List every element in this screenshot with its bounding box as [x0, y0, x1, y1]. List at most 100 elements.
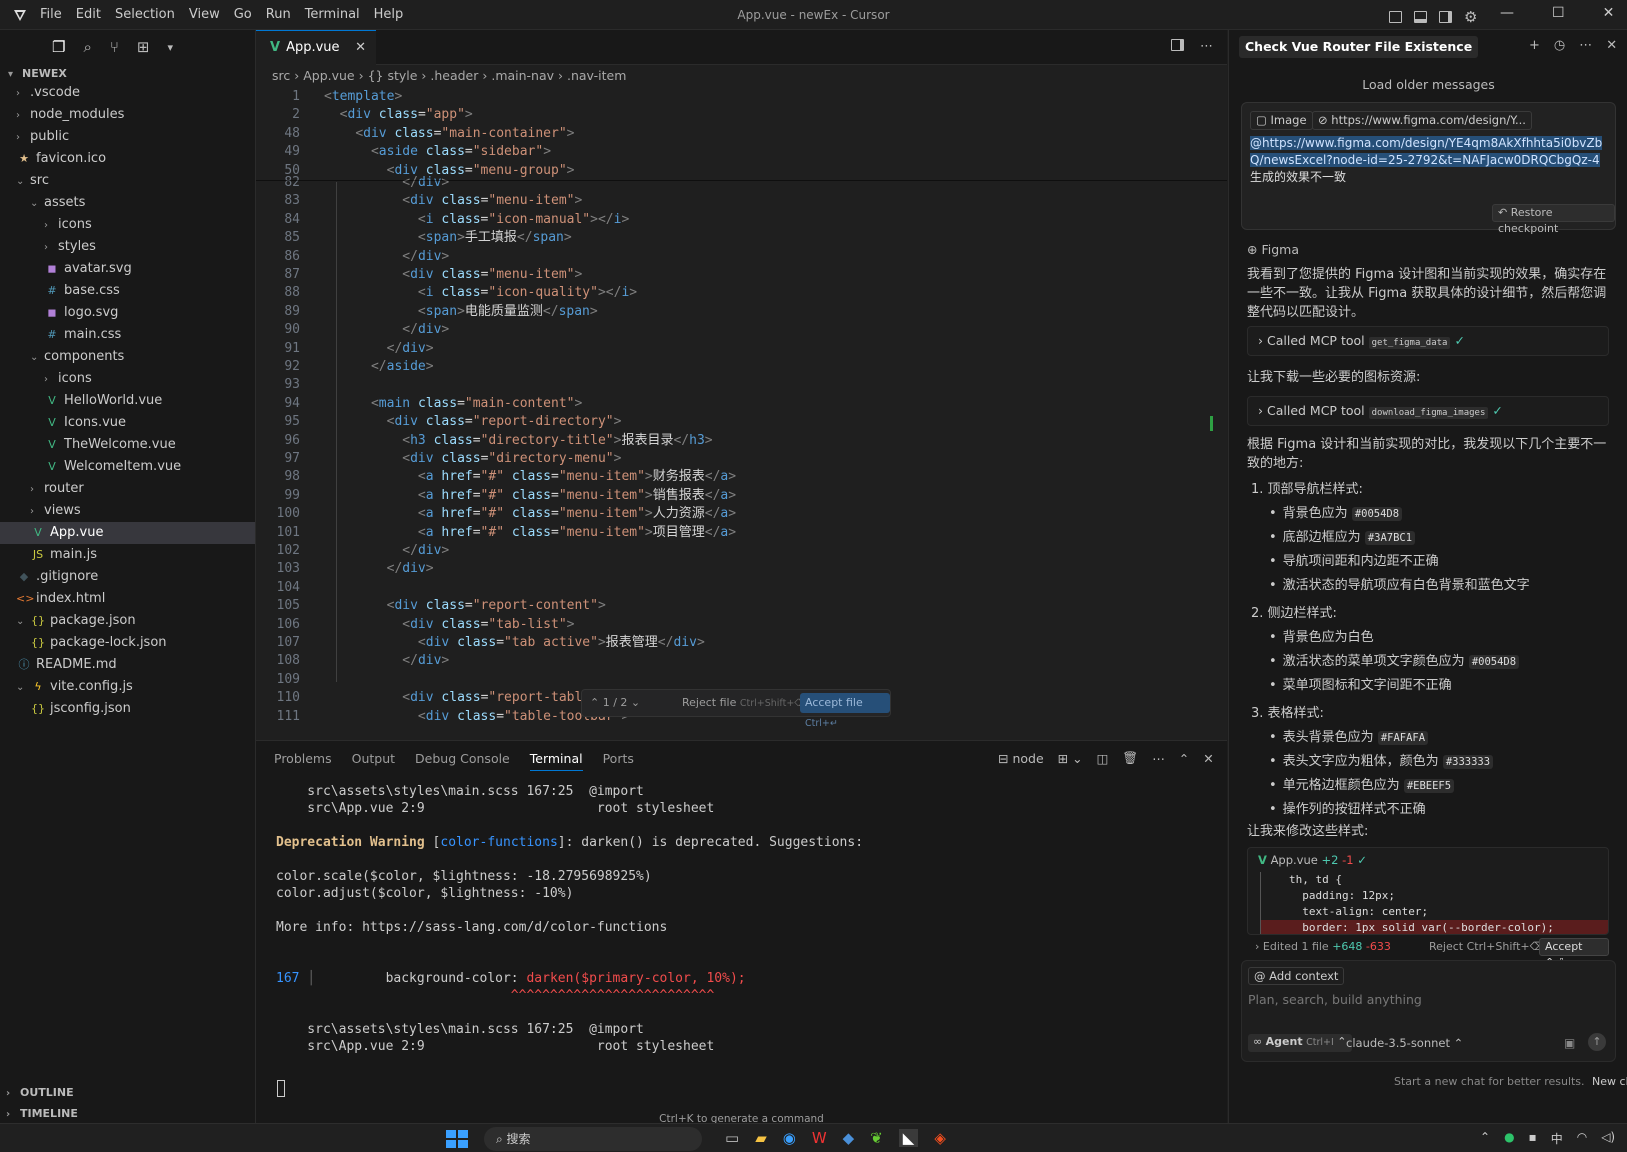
- model-selector[interactable]: claude-3.5-sonnet ⌃: [1346, 1036, 1463, 1050]
- toggle-primary-sidebar-icon[interactable]: [1389, 11, 1402, 23]
- breadcrumb-segment[interactable]: .nav-item: [567, 68, 626, 83]
- panel-tab-output[interactable]: Output: [352, 751, 395, 771]
- tray-chevron-icon[interactable]: ⌃: [1480, 1130, 1490, 1147]
- app-cat-icon[interactable]: ◆: [843, 1129, 855, 1147]
- tree-item[interactable]: # base.css: [0, 280, 255, 302]
- toggle-secondary-sidebar-icon[interactable]: [1439, 11, 1452, 23]
- source-control-icon[interactable]: ⑂: [110, 38, 119, 56]
- breadcrumb-segment[interactable]: src: [272, 68, 290, 83]
- breadcrumb-segment[interactable]: .header: [430, 68, 478, 83]
- timeline-section[interactable]: › TIMELINE: [6, 1107, 78, 1120]
- tree-item[interactable]: {} jsconfig.json: [0, 698, 255, 720]
- tree-item[interactable]: # main.css: [0, 324, 255, 346]
- tree-item[interactable]: › icons: [0, 214, 255, 236]
- new-chat-link[interactable]: New chat: [1592, 1075, 1627, 1088]
- tree-item[interactable]: › node_modules: [0, 104, 255, 126]
- restore-checkpoint-button[interactable]: ↶ Restore checkpoint: [1492, 204, 1615, 235]
- volume-icon[interactable]: ◁): [1601, 1130, 1615, 1147]
- image-upload-icon[interactable]: ▣: [1564, 1036, 1575, 1050]
- image-attachment-chip[interactable]: ▢ Image: [1250, 111, 1313, 130]
- chevron-down-icon[interactable]: ▾: [167, 38, 173, 56]
- reject-file-button[interactable]: Reject file Ctrl+Shift+⌫: [682, 690, 808, 717]
- explorer-files-icon[interactable]: ❐: [52, 38, 65, 56]
- new-terminal-icon[interactable]: ⊞ ⌄: [1058, 751, 1083, 766]
- cursor-app-icon[interactable]: ◣: [898, 1129, 919, 1147]
- tree-item[interactable]: V TheWelcome.vue: [0, 434, 255, 456]
- breadcrumb-segment[interactable]: .main-nav: [491, 68, 554, 83]
- breadcrumb-segment[interactable]: {} style: [368, 68, 418, 83]
- tree-item[interactable]: ⌄ {} package.json: [0, 610, 255, 632]
- terminal-shell-selector[interactable]: ⊟ node: [998, 751, 1044, 766]
- outline-section[interactable]: › OUTLINE: [6, 1086, 74, 1099]
- wifi-icon[interactable]: ◠: [1577, 1130, 1587, 1147]
- chat-title[interactable]: Check Vue Router File Existence: [1239, 36, 1479, 58]
- tree-item[interactable]: › views: [0, 500, 255, 522]
- history-icon[interactable]: ◷: [1554, 38, 1565, 53]
- reject-all-button[interactable]: Reject Ctrl+Shift+⌫: [1429, 936, 1545, 958]
- extensions-icon[interactable]: ⊞: [137, 38, 150, 56]
- more-icon[interactable]: ⋯: [1579, 38, 1592, 53]
- edge-browser-icon[interactable]: ◉: [783, 1129, 796, 1147]
- tree-item[interactable]: V HelloWorld.vue: [0, 390, 255, 412]
- tree-item[interactable]: › router: [0, 478, 255, 500]
- send-icon[interactable]: ↑: [1588, 1033, 1606, 1051]
- search-icon[interactable]: ⌕: [83, 38, 91, 56]
- review-counter[interactable]: ⌃ 1 / 2 ⌄: [590, 690, 640, 716]
- panel-tab-problems[interactable]: Problems: [274, 751, 332, 771]
- minimize-icon[interactable]: —: [1500, 5, 1514, 21]
- new-chat-icon[interactable]: +: [1529, 38, 1540, 53]
- tree-item[interactable]: › styles: [0, 236, 255, 258]
- tree-item[interactable]: V Icons.vue: [0, 412, 255, 434]
- tree-item[interactable]: ⌄ ϟ vite.config.js: [0, 676, 255, 698]
- tree-item[interactable]: ⌄ assets: [0, 192, 255, 214]
- tree-item[interactable]: ★ favicon.ico: [0, 148, 255, 170]
- panel-tab-terminal[interactable]: Terminal: [529, 751, 583, 771]
- load-older-messages[interactable]: Load older messages: [1229, 77, 1627, 92]
- file-explorer-icon[interactable]: ▰: [755, 1129, 767, 1147]
- tree-item[interactable]: ◆ .gitignore: [0, 566, 255, 588]
- code-view[interactable]: 1 <template> 2 <div class="app"> 48 <div cl…: [256, 87, 1227, 740]
- panel-tab-ports[interactable]: Ports: [603, 751, 634, 771]
- toggle-panel-icon[interactable]: [1414, 11, 1427, 23]
- close-tab-icon[interactable]: ✕: [355, 31, 366, 65]
- explorer-root[interactable]: ▾ NEWEX: [8, 67, 67, 80]
- maximize-icon[interactable]: ☐: [1552, 5, 1565, 21]
- tree-item[interactable]: ⓘ README.md: [0, 654, 255, 676]
- tree-item[interactable]: ⌄ src: [0, 170, 255, 192]
- more-actions-icon[interactable]: ⋯: [1200, 39, 1213, 54]
- tray-app-icon[interactable]: ▪: [1529, 1130, 1537, 1147]
- user-message[interactable]: ▢ Image ⊘ https://www.figma.com/design/Y…: [1241, 102, 1616, 235]
- more-icon[interactable]: ⋯: [1152, 751, 1165, 766]
- tree-item[interactable]: › .vscode: [0, 82, 255, 104]
- tree-item[interactable]: › icons: [0, 368, 255, 390]
- app-sprout-icon[interactable]: ❦: [870, 1129, 883, 1147]
- edited-files-summary[interactable]: › Edited 1 file +648 -633: [1255, 936, 1391, 958]
- mcp-tool-call-1[interactable]: › Called MCP tool get_figma_data ✓: [1247, 326, 1609, 356]
- close-window-icon[interactable]: ✕: [1603, 5, 1615, 21]
- close-chat-icon[interactable]: ✕: [1606, 38, 1617, 53]
- tree-item[interactable]: ◼ logo.svg: [0, 302, 255, 324]
- terminal-output[interactable]: src\assets\styles\main.scss 167:25 @impo…: [256, 777, 1227, 1097]
- mcp-tool-call-2[interactable]: › Called MCP tool download_figma_images …: [1247, 396, 1609, 426]
- split-editor-icon[interactable]: [1171, 39, 1184, 51]
- wechat-icon[interactable]: ●: [1504, 1130, 1514, 1147]
- maximize-panel-icon[interactable]: ⌃: [1179, 751, 1189, 766]
- task-view-icon[interactable]: ▭: [725, 1129, 739, 1147]
- tree-item[interactable]: ⌄ components: [0, 346, 255, 368]
- tree-item[interactable]: V WelcomeItem.vue: [0, 456, 255, 478]
- tree-item[interactable]: V App.vue: [0, 522, 255, 544]
- breadcrumb-segment[interactable]: App.vue: [303, 68, 354, 83]
- add-context-button[interactable]: @ Add context: [1248, 967, 1345, 985]
- chat-input[interactable]: Plan, search, build anything: [1248, 992, 1422, 1007]
- taskbar-search[interactable]: ⌕ 搜索: [484, 1127, 702, 1151]
- figma-link-mention[interactable]: @https://www.figma.com/design/YE4qm8AkXf…: [1250, 136, 1603, 167]
- tree-item[interactable]: {} package-lock.json: [0, 632, 255, 654]
- tree-item[interactable]: ◼ avatar.svg: [0, 258, 255, 280]
- wps-icon[interactable]: W: [812, 1129, 827, 1147]
- close-panel-icon[interactable]: ✕: [1203, 751, 1213, 766]
- agent-mode-selector[interactable]: ∞ Agent Ctrl+I ⌃: [1248, 1034, 1352, 1052]
- tree-item[interactable]: › public: [0, 126, 255, 148]
- accept-all-button[interactable]: Accept ^⏎: [1539, 938, 1609, 969]
- accept-file-button[interactable]: Accept file Ctrl+↵: [800, 693, 890, 729]
- code-diff-block[interactable]: V App.vue +2 -1 ✓ th, td { padding: 12px…: [1247, 847, 1609, 935]
